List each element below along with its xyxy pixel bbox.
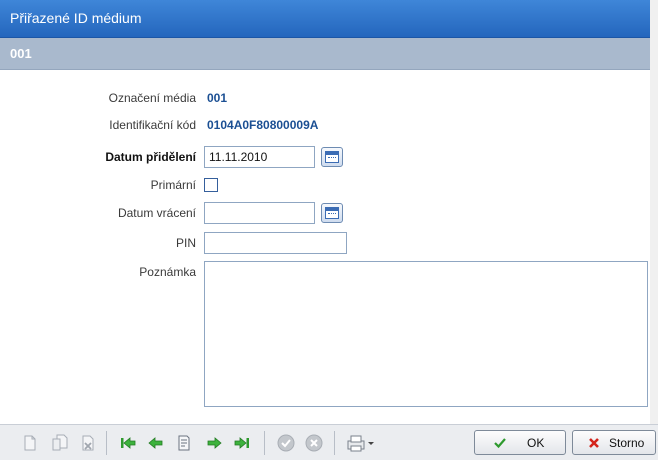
media-value: 001 xyxy=(207,91,228,105)
return-date-label: Datum vrácení xyxy=(117,206,196,220)
print-icon[interactable] xyxy=(346,433,376,453)
id-code-label: Identifikační kód xyxy=(109,118,196,132)
calendar-icon xyxy=(325,207,339,219)
assign-date-calendar-button[interactable] xyxy=(321,147,343,167)
copy-record-icon[interactable] xyxy=(50,433,70,453)
record-header-text: 001 xyxy=(10,46,32,61)
return-date-input[interactable] xyxy=(204,202,315,224)
record-header: 001 xyxy=(0,38,650,70)
ok-label: OK xyxy=(527,436,545,450)
bottom-toolbar: OK Storno xyxy=(0,424,658,460)
new-record-icon[interactable] xyxy=(20,433,40,453)
pin-input[interactable] xyxy=(204,232,347,254)
storno-button[interactable]: Storno xyxy=(572,430,656,455)
toolbar-separator xyxy=(106,431,107,455)
delete-record-icon[interactable] xyxy=(78,433,98,453)
storno-label: Storno xyxy=(609,436,645,450)
primary-label: Primární xyxy=(150,178,196,192)
ok-button[interactable]: OK xyxy=(474,430,566,455)
checkmark-icon xyxy=(493,436,507,450)
calendar-icon xyxy=(325,151,339,163)
assign-date-label: Datum přidělení xyxy=(105,150,196,164)
confirm-check-icon[interactable] xyxy=(276,433,296,453)
next-record-icon[interactable] xyxy=(204,433,224,453)
first-record-icon[interactable] xyxy=(118,433,138,453)
note-textarea[interactable] xyxy=(204,261,648,407)
close-x-icon xyxy=(587,436,601,450)
return-date-calendar-button[interactable] xyxy=(321,203,343,223)
note-label: Poznámka xyxy=(139,265,196,279)
toolbar-separator xyxy=(264,431,265,455)
cancel-circle-icon[interactable] xyxy=(304,433,324,453)
id-code-value: 0104A0F80800009A xyxy=(207,118,319,132)
primary-checkbox[interactable] xyxy=(204,178,218,192)
assign-date-input[interactable] xyxy=(204,146,315,168)
dialog-window: Přiřazené ID médium 001 Označení média 0… xyxy=(0,0,658,460)
last-record-icon[interactable] xyxy=(232,433,252,453)
pin-label: PIN xyxy=(175,236,196,250)
media-label: Označení média xyxy=(108,91,196,105)
window-edge xyxy=(650,0,658,459)
record-detail-icon[interactable] xyxy=(174,433,194,453)
toolbar-separator xyxy=(334,431,335,455)
title-bar: Přiřazené ID médium xyxy=(0,0,651,38)
window-title: Přiřazené ID médium xyxy=(10,10,142,26)
previous-record-icon[interactable] xyxy=(146,433,166,453)
